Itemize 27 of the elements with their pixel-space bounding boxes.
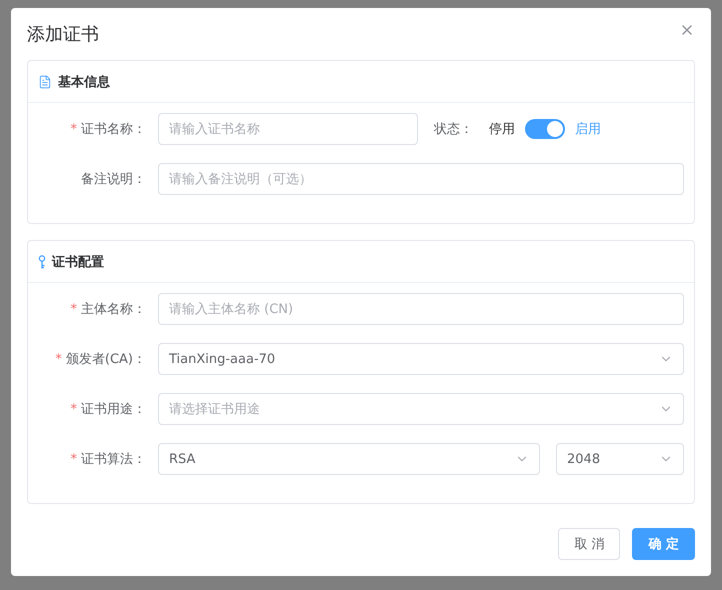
field-label: 备注说明： — [81, 171, 146, 188]
required-mark: * — [70, 302, 77, 316]
text-field[interactable]: 请输入证书名称 — [158, 113, 418, 145]
text-field[interactable]: 请输入主体名称 (CN) — [158, 293, 684, 325]
select-field[interactable]: RSA — [158, 443, 540, 475]
field-label: 证书用途： — [81, 401, 146, 418]
section-title: 证书配置 — [52, 254, 104, 270]
field-label: 颁发者(CA)： — [66, 351, 146, 368]
toggle-switch[interactable] — [525, 119, 565, 139]
select-field[interactable]: 2048 — [556, 443, 684, 475]
key-icon — [38, 254, 46, 268]
required-mark: * — [70, 452, 77, 466]
select-field[interactable]: TianXing-aaa-70 — [158, 343, 684, 375]
cancel-button[interactable]: 取 消 — [558, 528, 620, 560]
required-mark: * — [55, 352, 62, 366]
field-label: 状态： — [434, 121, 473, 138]
dialog-title: 添加证书 — [27, 23, 99, 47]
required-mark: * — [70, 122, 77, 136]
document-icon — [38, 74, 52, 88]
field-label: 证书算法： — [81, 451, 146, 468]
text-field[interactable]: 请输入备注说明（可选） — [158, 163, 684, 195]
field-label: 证书名称： — [81, 121, 146, 138]
section-title: 基本信息 — [58, 74, 110, 90]
switch-off-label: 停用 — [489, 121, 515, 138]
required-mark: * — [70, 402, 77, 416]
field-label: 主体名称： — [81, 301, 146, 318]
switch-on-label: 启用 — [575, 121, 601, 138]
